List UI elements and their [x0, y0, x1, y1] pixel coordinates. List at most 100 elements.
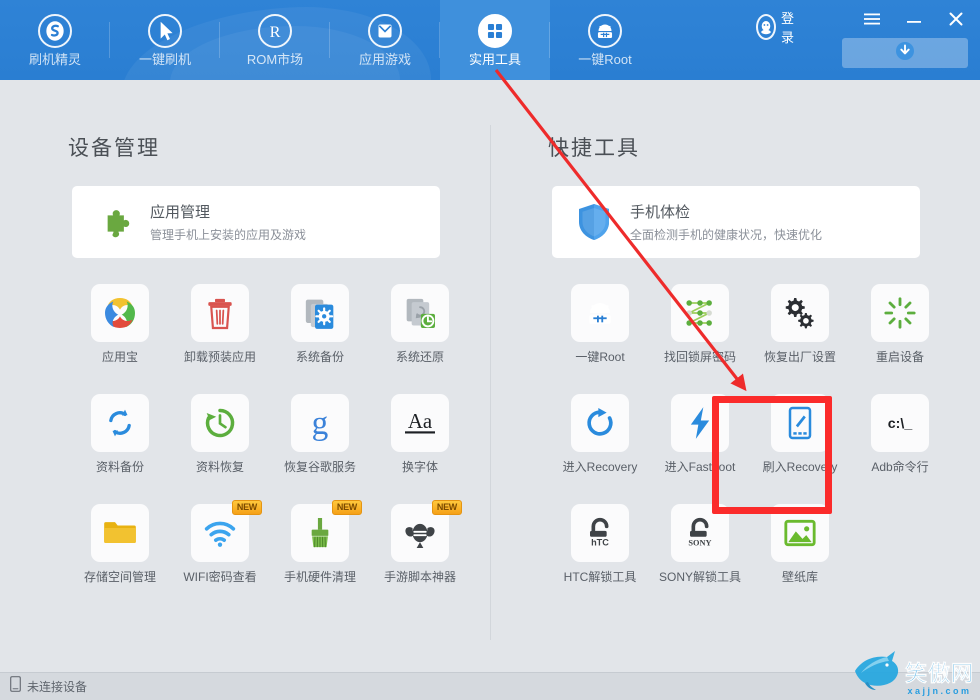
watermark-name: 笑傲网: [904, 661, 974, 686]
nav-item-4[interactable]: 应用游戏: [330, 0, 440, 80]
rom-market-icon: R: [258, 14, 292, 48]
svg-text:g: g: [312, 405, 329, 442]
folder-icon: [91, 504, 149, 562]
tool-tile-left-1[interactable]: 应用宝: [70, 284, 170, 380]
system-restore-icon: [391, 284, 449, 342]
tool-tile-left-10[interactable]: NEW WIFI密码查看: [170, 500, 270, 600]
tool-tile-right-11[interactable]: 壁纸库: [750, 504, 850, 600]
tool-tile-label: 找回锁屏密码: [663, 350, 736, 364]
nav-item-6[interactable]: 一键Root: [550, 0, 660, 80]
tool-tile-label: 资料恢复: [195, 460, 244, 474]
new-badge: NEW: [431, 500, 462, 515]
connection-status: 未连接设备: [10, 676, 87, 697]
title-bar: 刷机精灵 一键刷机 R ROM市场 应用游戏 实用工具 一键Root 登录: [0, 0, 980, 80]
tool-tile-label: 一键Root: [575, 350, 625, 364]
login-button[interactable]: 登录: [755, 8, 800, 46]
svg-text:SONY: SONY: [688, 539, 711, 548]
tool-tile-right-2[interactable]: 找回锁屏密码: [650, 284, 750, 380]
tool-tile-label: 系统还原: [395, 350, 444, 364]
phone-pencil-icon: [771, 394, 829, 452]
tool-tile-left-7[interactable]: g 恢复谷歌服务: [270, 394, 370, 490]
nav-item-1[interactable]: 刷机精灵: [0, 0, 110, 80]
trash-can-icon: [191, 284, 249, 342]
data-backup-sync-icon: [91, 394, 149, 452]
login-label: 登录: [781, 11, 795, 45]
shield-icon: [574, 202, 614, 242]
hamburger-menu-icon[interactable]: [860, 6, 884, 32]
tool-tile-label: 恢复出厂设置: [763, 350, 836, 364]
tool-tile-label: 壁纸库: [781, 570, 818, 584]
tool-tile-left-8[interactable]: Aa 换字体: [370, 394, 470, 490]
close-icon[interactable]: [944, 6, 968, 32]
flash-genie-icon: [38, 14, 72, 48]
tool-tile-left-4[interactable]: 系统还原: [370, 284, 470, 380]
feature-card-subtitle: 管理手机上安装的应用及游戏: [150, 228, 307, 242]
svg-text:Aa: Aa: [408, 409, 432, 433]
nav-item-3[interactable]: R ROM市场: [220, 0, 330, 80]
tool-tile-right-9[interactable]: hTC HTC解锁工具: [550, 504, 650, 600]
quick-tools-column: 快捷工具 手机体检 全面检测手机的健康状况，快速优化 一键Root 找回锁屏密码 恢…: [500, 80, 960, 600]
column-divider: [490, 125, 491, 640]
tool-tile-left-5[interactable]: 资料备份: [70, 394, 170, 490]
htc-unlock-icon: hTC: [571, 504, 629, 562]
tool-tile-label: 重启设备: [875, 350, 924, 364]
main-nav: 刷机精灵 一键刷机 R ROM市场 应用游戏 实用工具 一键Root: [0, 0, 660, 80]
nav-item-label: 应用游戏: [358, 52, 411, 67]
nav-item-label: 刷机精灵: [28, 52, 81, 67]
yingyongbao-icon: [91, 284, 149, 342]
page-title-quick-tools: 快捷工具: [548, 137, 640, 160]
refresh-circle-icon: [571, 394, 629, 452]
phone-outline-icon: [10, 676, 21, 697]
tool-tile-right-5[interactable]: 进入Recovery: [550, 394, 650, 490]
nav-item-2[interactable]: 一键刷机: [110, 0, 220, 80]
google-g-icon: g: [291, 394, 349, 452]
minimize-icon[interactable]: [902, 6, 926, 32]
android-root-icon: [588, 14, 622, 48]
device-management-grid: 应用宝 卸载预装应用 系统备份 系统还原资料备份 资料恢复 g 恢复谷歌服务 Aa 换字体存储空…: [70, 284, 470, 600]
quick-tools-grid: 一键Root 找回锁屏密码 恢复出厂设置 重启设备进入Recovery 进入Fastbo…: [550, 284, 950, 600]
download-button[interactable]: [842, 38, 968, 68]
tool-tile-left-2[interactable]: 卸载预装应用: [170, 284, 270, 380]
tool-tile-right-3[interactable]: 恢复出厂设置: [750, 284, 850, 380]
feature-card-app-management[interactable]: 应用管理 管理手机上安装的应用及游戏: [72, 186, 440, 258]
tool-tile-right-1[interactable]: 一键Root: [550, 284, 650, 380]
feature-card-subtitle: 全面检测手机的健康状况，快速优化: [630, 228, 823, 242]
tool-tile-label: WIFI密码查看: [183, 570, 257, 584]
tool-tile-right-6[interactable]: 进入Fastboot: [650, 394, 750, 490]
tool-tile-left-3[interactable]: 系统备份: [270, 284, 370, 380]
tool-tile-left-11[interactable]: NEW 手机硬件清理: [270, 500, 370, 600]
shark-logo-icon: [851, 647, 903, 696]
tool-tile-right-8[interactable]: c:\_ Adb命令行: [850, 394, 950, 490]
tool-tile-right-4[interactable]: 重启设备: [850, 284, 950, 380]
tool-tile-left-12[interactable]: NEW 手游脚本神器: [370, 500, 470, 600]
download-arrow-icon: [895, 41, 915, 66]
tool-tile-right-7[interactable]: 刷入Recovery: [750, 394, 850, 490]
svg-text:R: R: [270, 23, 281, 41]
tool-tile-label: 刷入Recovery: [762, 460, 838, 474]
svg-text:c:\_: c:\_: [888, 416, 913, 432]
command-prompt-icon: c:\_: [871, 394, 929, 452]
watermark-text: 笑傲网 xajjn.com: [904, 661, 974, 696]
nav-item-label: ROM市场: [246, 52, 304, 67]
status-text: 未连接设备: [27, 680, 88, 694]
tool-tile-label: 进入Recovery: [562, 460, 638, 474]
tool-tile-label: 系统备份: [295, 350, 344, 364]
tool-tile-left-6[interactable]: 资料恢复: [170, 394, 270, 490]
status-bar: 未连接设备: [0, 672, 980, 700]
feature-card-phone-checkup[interactable]: 手机体检 全面检测手机的健康状况，快速优化: [552, 186, 920, 258]
page-title-device-management: 设备管理: [68, 137, 160, 160]
window-buttons: [860, 6, 968, 32]
cursor-arrow-icon: [148, 14, 182, 48]
new-badge: NEW: [231, 500, 262, 515]
sony-unlock-icon: SONY: [671, 504, 729, 562]
lightning-bolt-icon: [671, 394, 729, 452]
tool-tile-left-9[interactable]: 存储空间管理: [70, 504, 170, 600]
system-backup-icon: [291, 284, 349, 342]
grid-tools-icon: [478, 14, 512, 48]
tool-tile-label: 存储空间管理: [83, 570, 156, 584]
tool-tile-label: 进入Fastboot: [664, 460, 736, 474]
svg-text:hTC: hTC: [591, 538, 609, 548]
feature-card-title: 应用管理: [150, 204, 211, 221]
tool-tile-right-10[interactable]: SONY SONY解锁工具: [650, 504, 750, 600]
nav-item-5[interactable]: 实用工具: [440, 0, 550, 80]
